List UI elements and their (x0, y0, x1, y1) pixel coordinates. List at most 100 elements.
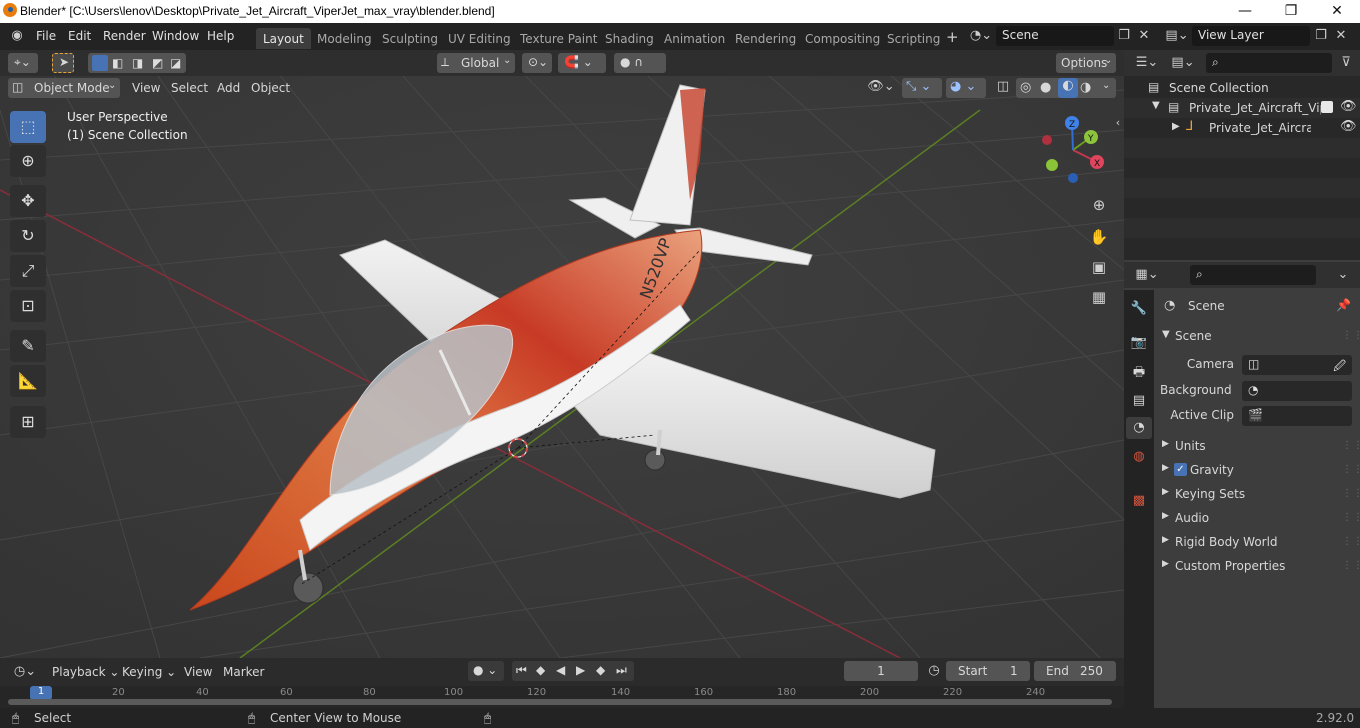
rendered-shading-icon[interactable]: ◑ (1080, 80, 1091, 95)
transform-orientation-dropdown[interactable]: ⟂ Global ⌄ (437, 53, 515, 73)
sidebar-toggle-icon[interactable]: ‹ (1113, 116, 1123, 129)
tab-modeling[interactable]: Modeling (310, 28, 379, 49)
expand-arrow-icon[interactable]: ▶ (1162, 511, 1169, 521)
scale-tool-icon[interactable]: ⤢ (10, 255, 46, 287)
pivot-point-dropdown[interactable]: ⊙⌄ (522, 53, 552, 73)
close-button[interactable]: ✕ (1314, 0, 1360, 23)
new-view-layer-icon[interactable]: ❐ (1314, 28, 1328, 43)
render-tab-icon[interactable]: 📷 (1128, 332, 1150, 354)
timeline-menu-marker[interactable]: Marker (223, 665, 264, 679)
3d-viewport[interactable]: N520VP User Perspective (1) Scene Collec… (0, 50, 1124, 658)
viewport-menu-view[interactable]: View (132, 81, 160, 95)
pan-hand-icon[interactable]: ✋ (1087, 225, 1111, 249)
tab-layout[interactable]: Layout (256, 28, 311, 49)
tab-animation[interactable]: Animation (657, 28, 732, 49)
material-shading-icon[interactable]: ◐ (1058, 78, 1078, 98)
proportional-edit-toggle[interactable]: ● ∩ (614, 53, 666, 73)
navigation-gizmo[interactable]: X Y Z (1035, 110, 1115, 190)
delete-scene-icon[interactable]: ✕ (1137, 28, 1151, 43)
expand-arrow-icon[interactable]: ▼ (1162, 329, 1170, 340)
drag-handle-icon[interactable]: ⋮⋮ (1342, 512, 1360, 523)
current-frame-field[interactable]: 1 (844, 661, 918, 681)
scene-name-field[interactable]: Scene (996, 26, 1114, 46)
snap-toggle[interactable]: 🧲 ⌄ (558, 53, 606, 73)
background-scene-field[interactable]: ◔ (1242, 381, 1352, 401)
solid-shading-icon[interactable]: ● (1040, 80, 1051, 95)
tab-sculpting[interactable]: Sculpting (375, 28, 445, 49)
chevron-down-icon[interactable]: ⌄ (1336, 267, 1350, 282)
drag-handle-icon[interactable]: ⋮⋮ (1342, 464, 1360, 475)
expand-arrow-icon[interactable]: ▶ (1172, 121, 1180, 132)
cursor-tool-icon[interactable]: ⊕ (10, 145, 46, 177)
keying-sets-panel-header[interactable]: ▶ Keying Sets ⋮⋮ (1160, 486, 1360, 504)
gravity-checkbox[interactable]: ✓ (1174, 463, 1187, 476)
drag-handle-icon[interactable]: ⋮⋮ (1342, 330, 1360, 341)
audio-panel-header[interactable]: ▶ Audio ⋮⋮ (1160, 510, 1360, 528)
world-tab-icon[interactable]: ◍ (1128, 446, 1150, 468)
annotate-tool-icon[interactable]: ✎ (10, 330, 46, 362)
new-scene-icon[interactable]: ❐ (1117, 28, 1131, 43)
tool-tab-icon[interactable]: 🔧 (1128, 298, 1150, 320)
rotate-tool-icon[interactable]: ↻ (10, 220, 46, 252)
active-clip-field[interactable]: 🎬 (1242, 406, 1352, 426)
options-dropdown[interactable]: Options ⌄ (1056, 53, 1116, 73)
add-cube-tool-icon[interactable]: ⊞ (10, 406, 46, 438)
selection-mode-group[interactable]: ◧ ◨ ◩ ◪ (88, 53, 186, 73)
scene-panel-header[interactable]: ▼ Scene ⋮⋮ (1160, 328, 1360, 346)
outliner-row-collection[interactable]: ▼ ▤ Private_Jet_Aircraft_Vipe 👁 (1124, 98, 1360, 118)
exclude-checkbox[interactable] (1321, 101, 1333, 113)
rigid-body-world-panel-header[interactable]: ▶ Rigid Body World ⋮⋮ (1160, 534, 1360, 552)
scene-tab-icon[interactable]: ◔ (1126, 417, 1152, 439)
custom-properties-panel-header[interactable]: ▶ Custom Properties ⋮⋮ (1160, 558, 1360, 576)
expand-arrow-icon[interactable]: ▶ (1162, 487, 1169, 497)
transform-tool-icon[interactable]: ⊡ (10, 290, 46, 322)
timeline-menu-playback[interactable]: Playback ⌄ (52, 665, 119, 679)
pin-icon[interactable]: 📌 (1336, 298, 1351, 312)
eye-icon[interactable]: 👁 (1340, 99, 1357, 114)
units-panel-header[interactable]: ▶ Units ⋮⋮ (1160, 438, 1360, 456)
jump-end-icon[interactable]: ⏭ (616, 663, 627, 678)
mode-dropdown[interactable]: ◫ Object Mode ⌄ (8, 78, 120, 98)
editor-type-icon[interactable]: ⌖⌄ (8, 53, 38, 73)
new-selection-icon[interactable] (92, 55, 108, 71)
play-reverse-icon[interactable]: ◀ (556, 663, 565, 677)
viewport-menu-select[interactable]: Select (171, 81, 208, 95)
timeline-scrollbar[interactable] (8, 699, 1112, 705)
delete-view-layer-icon[interactable]: ✕ (1334, 28, 1348, 43)
intersect-selection-icon[interactable]: ◪ (170, 56, 181, 70)
maximize-button[interactable]: ❐ (1268, 0, 1314, 23)
view-layer-field[interactable]: View Layer (1192, 26, 1310, 46)
next-keyframe-icon[interactable]: ◆ (596, 663, 605, 677)
drag-handle-icon[interactable]: ⋮⋮ (1342, 536, 1360, 547)
expand-arrow-icon[interactable]: ▼ (1152, 100, 1160, 111)
add-workspace-button[interactable]: + (946, 28, 959, 46)
select-box-tool-icon[interactable]: ⬚ (10, 111, 46, 143)
blender-menu-icon[interactable]: ◉ (8, 28, 26, 43)
wireframe-shading-icon[interactable]: ◎ (1020, 80, 1031, 95)
shading-mode-group[interactable]: ◎ ● ◐ ◑ ⌄ (1016, 78, 1116, 98)
auto-keying-toggle[interactable]: ● ⌄ (468, 661, 504, 681)
timeline-editor-icon[interactable]: ◷⌄ (10, 664, 40, 679)
drag-handle-icon[interactable]: ⋮⋮ (1342, 440, 1360, 451)
jump-start-icon[interactable]: ⏮ (516, 663, 527, 678)
playhead[interactable]: 1 (30, 686, 52, 700)
gizmo-toggle-icon[interactable]: ⤡ ⌄ (902, 78, 942, 98)
properties-search-input[interactable]: ⌕ (1190, 265, 1316, 285)
expand-arrow-icon[interactable]: ▶ (1162, 463, 1169, 473)
measure-tool-icon[interactable]: 📐 (10, 365, 46, 397)
overlays-toggle-icon[interactable]: ◕ ⌄ (946, 78, 986, 98)
start-frame-field[interactable]: Start 1 (946, 661, 1030, 681)
extend-selection-icon[interactable]: ◧ (112, 56, 123, 70)
perspective-toggle-icon[interactable]: ▦ (1087, 285, 1111, 309)
outliner-search-input[interactable]: ⌕ (1206, 53, 1332, 73)
menu-help[interactable]: Help (207, 29, 234, 43)
gravity-panel-header[interactable]: ▶ ✓ Gravity ⋮⋮ (1160, 462, 1360, 480)
menu-edit[interactable]: Edit (68, 29, 91, 43)
menu-file[interactable]: File (36, 29, 56, 43)
scene-icon[interactable]: ◔⌄ (968, 28, 994, 43)
visibility-icon[interactable]: 👁⌄ (866, 79, 896, 94)
expand-arrow-icon[interactable]: ▶ (1162, 559, 1169, 569)
outliner-editor-icon[interactable]: ☰⌄ (1134, 55, 1160, 70)
timeline-menu-view[interactable]: View (184, 665, 212, 679)
subtract-selection-icon[interactable]: ◨ (132, 56, 143, 70)
